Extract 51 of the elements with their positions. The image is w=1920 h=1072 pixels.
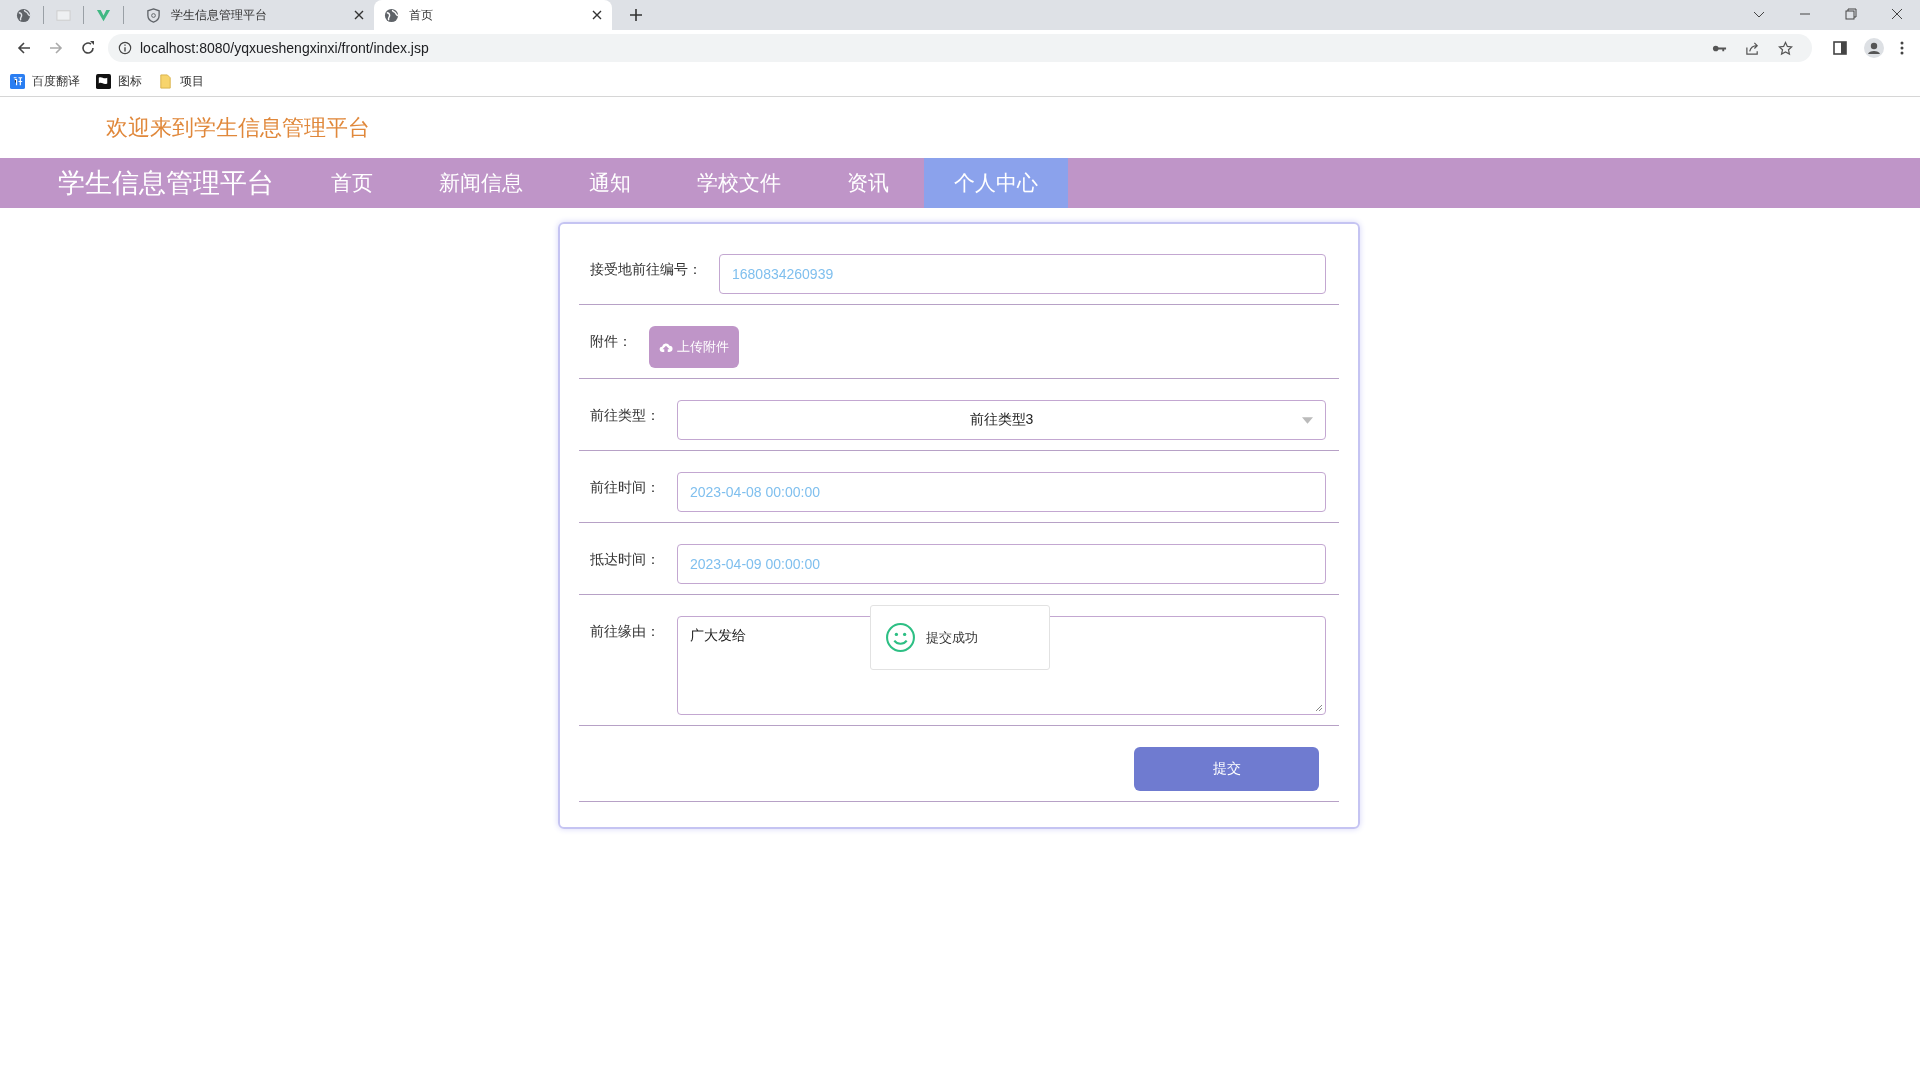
info-icon [118, 41, 132, 55]
welcome-text: 欢迎来到学生信息管理平台 [105, 114, 371, 142]
tab-title: 学生信息管理平台 [171, 6, 268, 24]
submit-button[interactable]: 提交 [1134, 747, 1319, 791]
upload-button[interactable]: 上传附件 [649, 326, 739, 368]
site-logo: 学生信息管理平台 [57, 167, 275, 200]
close-icon[interactable] [592, 10, 602, 20]
nav-item[interactable]: 个人中心 [924, 158, 1068, 208]
select-field[interactable]: 前往类型3 [677, 400, 1326, 440]
shield-icon [146, 7, 161, 23]
close-icon[interactable] [354, 10, 364, 20]
field-label: 前往时间： [590, 479, 660, 497]
flag-icon [96, 73, 111, 89]
folder-icon [158, 73, 173, 89]
side-panel-icon[interactable] [1832, 40, 1848, 56]
nav-item[interactable]: 通知 [556, 158, 664, 208]
nav-item[interactable]: 资讯 [814, 158, 922, 208]
bookmark[interactable]: 百度翻译 [10, 72, 80, 90]
input-field[interactable]: 2023-04-08 00:00:00 [677, 472, 1326, 512]
browser-tab[interactable]: 首页 [374, 0, 612, 30]
input-field[interactable]: 1680834260939 [719, 254, 1326, 294]
nav-item[interactable]: 学校文件 [664, 158, 814, 208]
close-icon[interactable] [1891, 8, 1903, 20]
address-bar[interactable]: localhost:8080/yqxueshengxinxi/front/index.jsp [108, 34, 1812, 62]
field-label: 附件： [590, 333, 632, 351]
resize-handle-icon[interactable] [1315, 704, 1323, 712]
share-icon[interactable] [1745, 40, 1760, 56]
input-field[interactable]: 2023-04-09 00:00:00 [677, 544, 1326, 584]
success-toast: 提交成功 [870, 605, 1050, 670]
browser-tab[interactable]: 学生信息管理平台 [136, 0, 374, 30]
globe-icon [384, 7, 399, 23]
field-label: 前往缘由： [590, 623, 660, 641]
field-label: 抵达时间： [590, 551, 660, 569]
field-label: 接受地前往编号： [590, 261, 702, 279]
nav-item[interactable]: 首页 [298, 158, 406, 208]
cloud-upload-icon [659, 341, 673, 353]
new-tab-icon[interactable] [630, 9, 642, 21]
reload-icon[interactable] [80, 40, 96, 56]
tab-title: 首页 [409, 6, 434, 24]
smiley-icon [885, 622, 916, 653]
profile-icon[interactable] [1864, 38, 1884, 58]
translate-icon [10, 73, 25, 89]
star-icon[interactable] [1778, 40, 1793, 56]
bookmark[interactable]: 项目 [158, 72, 204, 90]
back-icon[interactable] [16, 40, 32, 56]
globe-icon[interactable] [16, 7, 31, 23]
menu-icon[interactable] [1900, 40, 1904, 56]
bookmark[interactable]: 图标 [96, 72, 142, 90]
nav-item[interactable]: 新闻信息 [406, 158, 556, 208]
field-label: 前往类型： [590, 407, 660, 425]
restore-icon[interactable] [1845, 8, 1857, 20]
